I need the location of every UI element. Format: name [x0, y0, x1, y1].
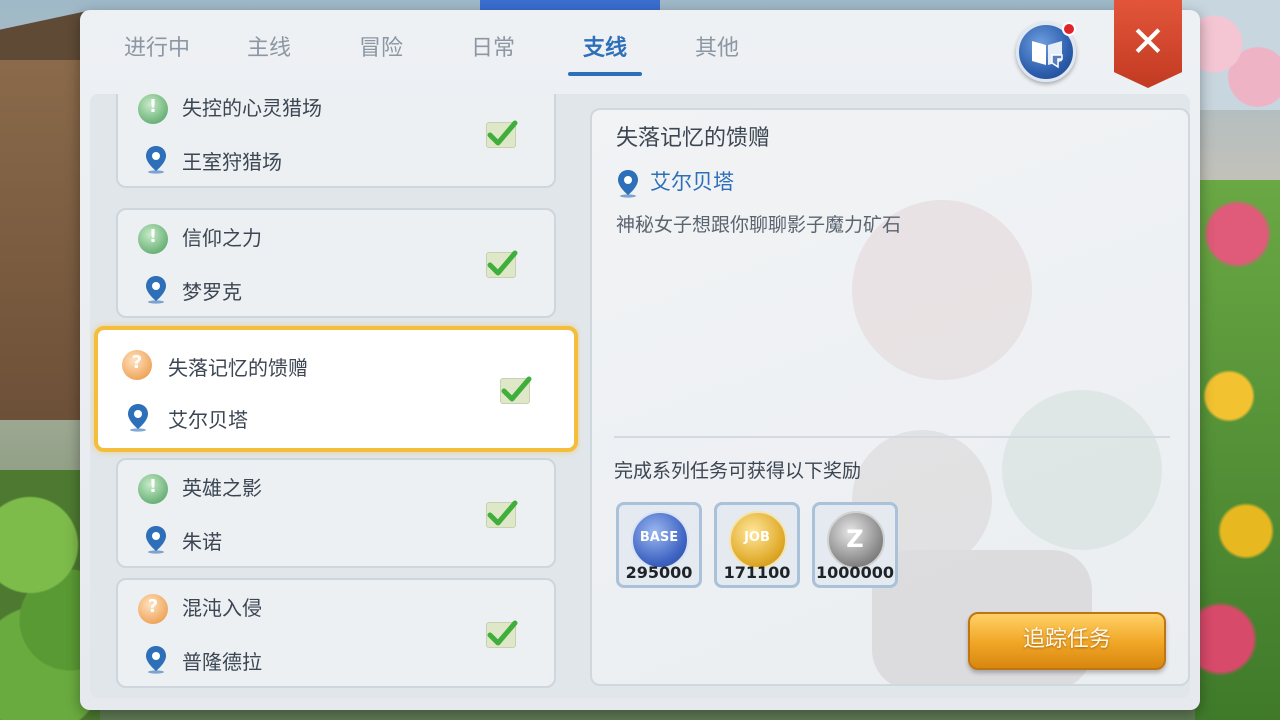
reward-type-label: Z — [846, 525, 864, 553]
quest-title: 失控的心灵猎场 — [182, 96, 322, 120]
tab-in-progress[interactable]: 进行中 — [112, 30, 202, 78]
location-pin-icon — [618, 170, 638, 198]
completed-check-icon — [486, 500, 518, 528]
tab-side-quest[interactable]: 支线 — [560, 30, 650, 78]
reward-amount: 1000000 — [816, 563, 894, 582]
quest-item[interactable]: ! 英雄之影 朱诺 — [116, 458, 556, 568]
close-icon: ✕ — [1130, 17, 1166, 66]
quest-title: 英雄之影 — [182, 476, 262, 500]
notification-dot — [1062, 22, 1076, 36]
detail-location-link[interactable]: 艾尔贝塔 — [650, 166, 734, 196]
quest-type-icon: ! — [138, 474, 168, 504]
location-pin-icon — [146, 146, 166, 174]
book-icon — [1032, 41, 1063, 69]
detail-quest-title: 失落记忆的馈赠 — [616, 126, 771, 151]
location-pin-icon — [128, 404, 148, 432]
tab-daily[interactable]: 日常 — [448, 30, 538, 78]
distant-banner — [480, 0, 660, 10]
reward-base-exp[interactable]: BASE 295000 — [616, 502, 702, 588]
quest-item-selected[interactable]: ? 失落记忆的馈赠 艾尔贝塔 — [94, 326, 578, 452]
quest-item[interactable]: ! 失控的心灵猎场 王室狩猎场 — [116, 94, 556, 188]
quest-type-icon: ! — [138, 224, 168, 254]
close-button[interactable]: ✕ — [1114, 0, 1182, 88]
quest-type-icon: ? — [138, 594, 168, 624]
quest-tab-bar: 进行中 主线 冒险 日常 支线 其他 ✕ — [80, 0, 1200, 90]
quest-type-icon: ? — [122, 350, 152, 380]
quest-location: 王室狩猎场 — [182, 150, 282, 174]
quest-type-icon: ! — [138, 94, 168, 124]
track-quest-button[interactable]: 追踪任务 — [968, 612, 1166, 670]
quest-title: 混沌入侵 — [182, 596, 262, 620]
completed-check-icon — [486, 250, 518, 278]
tab-main-story[interactable]: 主线 — [224, 30, 314, 78]
reward-amount: 295000 — [625, 563, 693, 582]
reward-job-exp[interactable]: JOB 171100 — [714, 502, 800, 588]
reward-amount: 171100 — [723, 563, 791, 582]
quest-location: 朱诺 — [182, 530, 222, 554]
quest-panel: 进行中 主线 冒险 日常 支线 其他 ✕ ! 失控的心灵猎场 王室狩猎场 ! 信… — [80, 0, 1200, 710]
quest-location: 梦罗克 — [182, 280, 242, 304]
reward-zeny[interactable]: Z 1000000 — [812, 502, 898, 588]
reward-type-label: JOB — [744, 530, 770, 545]
completed-check-icon — [500, 376, 532, 404]
completed-check-icon — [486, 620, 518, 648]
quest-item[interactable]: ? 混沌入侵 普隆德拉 — [116, 578, 556, 688]
divider — [614, 436, 1170, 438]
quest-detail-pane: 失落记忆的馈赠 艾尔贝塔 神秘女子想跟你聊聊影子魔力矿石 完成系列任务可获得以下… — [590, 108, 1190, 686]
reward-label: 完成系列任务可获得以下奖励 — [614, 460, 862, 482]
quest-title: 失落记忆的馈赠 — [168, 356, 308, 380]
completed-check-icon — [486, 120, 518, 148]
quest-item[interactable]: ! 信仰之力 梦罗克 — [116, 208, 556, 318]
location-pin-icon — [146, 276, 166, 304]
quest-location: 艾尔贝塔 — [168, 408, 248, 432]
tab-other[interactable]: 其他 — [672, 30, 762, 78]
reward-type-label: BASE — [639, 530, 679, 545]
quest-location: 普隆德拉 — [182, 650, 262, 674]
quest-list[interactable]: ! 失控的心灵猎场 王室狩猎场 ! 信仰之力 梦罗克 ? 失落记忆的馈赠 艾尔贝… — [90, 94, 580, 698]
right-flower-bed — [1195, 180, 1280, 720]
quest-content-area: ! 失控的心灵猎场 王室狩猎场 ! 信仰之力 梦罗克 ? 失落记忆的馈赠 艾尔贝… — [90, 94, 1190, 698]
detail-description: 神秘女子想跟你聊聊影子魔力矿石 — [616, 214, 902, 236]
location-pin-icon — [146, 526, 166, 554]
quest-title: 信仰之力 — [182, 226, 262, 250]
character-illustration — [852, 200, 1162, 684]
location-pin-icon — [146, 646, 166, 674]
tab-adventure[interactable]: 冒险 — [336, 30, 426, 78]
